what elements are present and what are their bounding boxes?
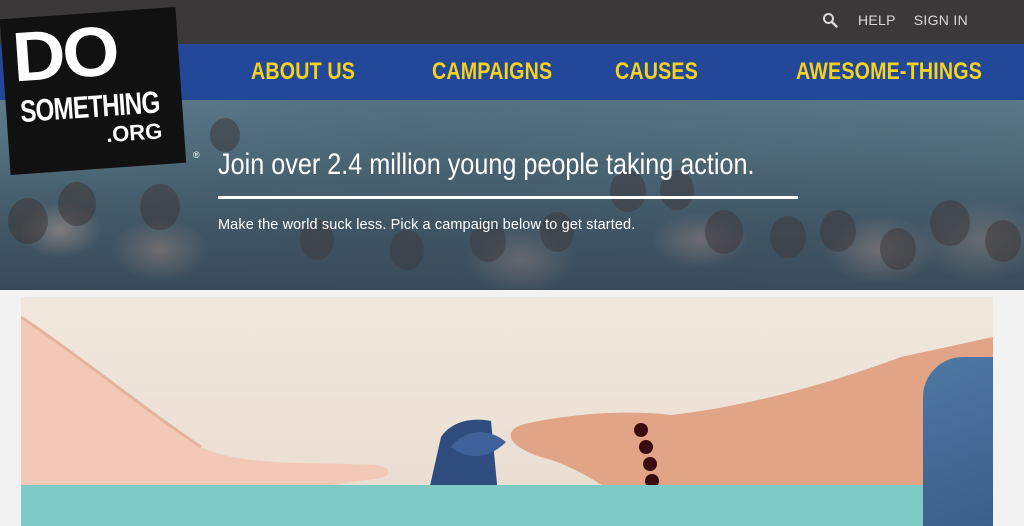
hero-subtext: Make the world suck less. Pick a campaig…: [218, 217, 636, 233]
nav-about-us[interactable]: ABOUT US: [251, 58, 355, 86]
sign-in-link[interactable]: SIGN IN: [914, 12, 968, 28]
nav-campaigns[interactable]: CAMPAIGNS: [432, 58, 552, 86]
hero-headline: Join over 2.4 million young people takin…: [218, 148, 755, 181]
utility-nav: HELP SIGN IN: [822, 12, 968, 28]
nav-causes[interactable]: CAUSES: [615, 58, 698, 86]
help-link[interactable]: HELP: [858, 12, 896, 28]
logo-org: .ORG: [105, 118, 164, 148]
featured-campaign-image[interactable]: [21, 297, 993, 526]
logo-do: DO: [9, 11, 119, 97]
feature-teal-band: [21, 485, 993, 526]
dosomething-logo[interactable]: DO SOMETHING .ORG: [0, 7, 187, 175]
nav-awesome-things[interactable]: AWESOME-THINGS: [796, 58, 982, 86]
hero-divider: [218, 196, 798, 199]
registered-mark: ®: [193, 150, 200, 160]
search-icon[interactable]: [822, 12, 838, 28]
denim-sleeve: [923, 357, 993, 526]
